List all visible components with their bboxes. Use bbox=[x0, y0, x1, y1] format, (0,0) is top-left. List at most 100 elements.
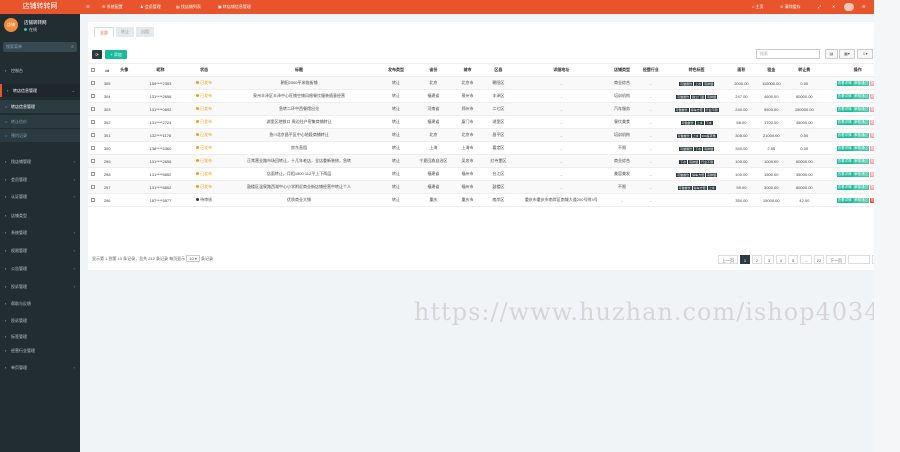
row-checkbox[interactable] bbox=[91, 184, 96, 189]
row-checkbox[interactable] bbox=[91, 93, 96, 98]
search-icon[interactable]: ⌕ bbox=[71, 42, 74, 52]
sidebar-item-1[interactable]: ▪ 转店信息管理 ⌄ bbox=[0, 84, 80, 97]
column-header[interactable]: 详细地址 bbox=[514, 63, 609, 77]
sidebar-item-6[interactable]: ▪ 会员管理 ‹ bbox=[0, 173, 80, 186]
table-row[interactable]: 297 131****6652 已发布 鼓楼区温泉路西湖中心小学附近商业街店铺经营中转… bbox=[88, 180, 894, 194]
sidebar-item-0[interactable]: ▪ 控制台 bbox=[0, 64, 80, 77]
page-button[interactable]: 5 bbox=[788, 255, 798, 264]
topnav-home[interactable]: ⌂ 主页 bbox=[752, 0, 764, 14]
view-detail-button[interactable]: 查看详情 bbox=[836, 172, 853, 177]
sidebar-item-11[interactable]: ▪ 公告管理 ‹ bbox=[0, 262, 80, 275]
approve-button[interactable]: 审核通过 bbox=[853, 198, 870, 203]
add-button[interactable]: + 添加 bbox=[105, 50, 127, 59]
column-header[interactable]: Id bbox=[98, 63, 116, 77]
page-button[interactable]: 1 bbox=[740, 255, 750, 264]
row-checkbox[interactable] bbox=[91, 106, 96, 111]
approve-button[interactable]: 审核通过 bbox=[853, 146, 870, 151]
page-button[interactable]: 4 bbox=[776, 255, 786, 264]
topnav-members[interactable]: ♟ 会员管理 bbox=[140, 0, 161, 14]
sidebar-item-15[interactable]: ▪ 标签管理 bbox=[0, 330, 80, 343]
view-detail-button[interactable]: 查看详情 bbox=[836, 133, 853, 138]
row-checkbox[interactable] bbox=[91, 80, 96, 85]
jump-page-input[interactable] bbox=[848, 255, 870, 264]
export-icon[interactable]: ⇩▾ bbox=[857, 49, 873, 59]
approve-button[interactable]: 审核通过 bbox=[853, 133, 870, 138]
columns-icon[interactable]: ▦▾ bbox=[839, 49, 855, 59]
column-header[interactable]: 区县 bbox=[482, 63, 515, 77]
sidebar-item-16[interactable]: ▪ 经营行业管理 bbox=[0, 344, 80, 357]
page-size-select[interactable]: 10 ▾ bbox=[186, 255, 200, 262]
column-header[interactable]: 租金 bbox=[755, 63, 788, 77]
topnav-clear-cache[interactable]: ⊘ 清除缓存 bbox=[780, 0, 800, 14]
view-detail-button[interactable]: 查看详情 bbox=[836, 107, 853, 112]
approve-button[interactable]: 审核通过 bbox=[853, 94, 870, 99]
expand-icon[interactable]: ✕ bbox=[832, 0, 835, 14]
toggle-view-icon[interactable]: ▤ bbox=[825, 49, 838, 59]
sidebar-item-2[interactable]: ○ 转店信息管理 bbox=[0, 100, 80, 113]
sidebar-item-9[interactable]: ▪ 系统管理 ‹ bbox=[0, 226, 80, 239]
column-header[interactable]: 城市 bbox=[452, 63, 483, 77]
admin-avatar[interactable] bbox=[844, 3, 854, 11]
sidebar-item-7[interactable]: ▪ 认证管理 ‹ bbox=[0, 190, 80, 203]
column-header[interactable]: 头像 bbox=[115, 63, 133, 77]
column-header[interactable]: 发布类型 bbox=[377, 63, 415, 77]
approve-button[interactable]: 审核通过 bbox=[853, 120, 870, 125]
column-header[interactable]: 店铺类型 bbox=[608, 63, 636, 77]
column-header[interactable] bbox=[88, 63, 99, 77]
tab-rent[interactable]: 出租 bbox=[136, 27, 154, 37]
table-row[interactable]: 301 132****1176 已发布 急!!!北京昌平区中心地段商铺转让 转让 北京 北京… bbox=[88, 128, 894, 142]
sidebar-item-14[interactable]: ▪ 投诉管理 bbox=[0, 314, 80, 327]
topnav-system[interactable]: ⚙ 系统配置 bbox=[102, 0, 123, 14]
tab-all[interactable]: 全部 bbox=[94, 27, 114, 37]
row-checkbox[interactable] bbox=[91, 171, 96, 176]
view-detail-button[interactable]: 查看详情 bbox=[836, 120, 853, 125]
view-detail-button[interactable]: 查看详情 bbox=[836, 94, 853, 99]
sidebar-item-8[interactable]: ▪ 店铺类型 bbox=[0, 209, 80, 222]
table-row[interactable]: 296 187****5577 待审核 优质商业大铺 转让 重庆 重庆市 南岸区 重庆市重庆市南… bbox=[88, 193, 894, 207]
approve-button[interactable]: 审核通过 bbox=[853, 107, 870, 112]
table-row[interactable]: 299 131****2656 已发布 正常营业路市场回转让，十几年老店，全店重新装修… bbox=[88, 154, 894, 168]
page-button[interactable]: 下一页 bbox=[826, 255, 846, 264]
view-detail-button[interactable]: 查看详情 bbox=[836, 146, 853, 151]
column-header[interactable]: 标题 bbox=[220, 63, 378, 77]
approve-button[interactable]: 审核通过 bbox=[853, 81, 870, 86]
page-button[interactable]: 上一页 bbox=[718, 255, 738, 264]
view-detail-button[interactable]: 查看详情 bbox=[836, 81, 853, 86]
row-checkbox[interactable] bbox=[91, 132, 96, 137]
topnav-shop-list[interactable]: ▤ 找店铺列表 bbox=[176, 0, 201, 14]
column-header[interactable]: 昵称 bbox=[132, 63, 189, 77]
settings-icon[interactable]: ⚙ bbox=[862, 0, 866, 14]
approve-button[interactable]: 审核通过 bbox=[853, 159, 870, 164]
app-logo[interactable]: 店铺转转网 bbox=[0, 0, 80, 14]
table-row[interactable]: 300 138****5360 已发布 房东直租 转让 上海 上海市 嘉定区 - 不限 - 可做餐饮下… bbox=[88, 141, 894, 155]
sidebar-item-5[interactable]: ▪ 找店铺管理 ‹ bbox=[0, 155, 80, 168]
column-header[interactable]: 状态 bbox=[188, 63, 221, 77]
view-detail-button[interactable]: 查看详情 bbox=[836, 159, 853, 164]
tab-transfer[interactable]: 转让 bbox=[116, 27, 134, 37]
row-checkbox[interactable] bbox=[91, 197, 96, 202]
page-button[interactable]: 3 bbox=[764, 255, 774, 264]
fullscreen-icon[interactable]: ⤢ bbox=[818, 0, 821, 14]
page-button[interactable]: ... bbox=[800, 255, 812, 264]
view-detail-button[interactable]: 查看详情 bbox=[836, 185, 853, 190]
sidebar-item-10[interactable]: ▪ 权限管理 ‹ bbox=[0, 244, 80, 257]
topnav-transfer[interactable]: ▣ 转店铺信息管理 bbox=[218, 0, 251, 14]
sidebar-item-12[interactable]: ▪ 投诉管理 ‹ bbox=[0, 280, 80, 293]
approve-button[interactable]: 审核通过 bbox=[853, 172, 870, 177]
view-detail-button[interactable]: 查看详情 bbox=[836, 198, 853, 203]
menu-search-input[interactable]: 搜索菜单 ⌕ bbox=[3, 42, 77, 52]
sidebar-item-13[interactable]: ▪ 帮助与反馈 bbox=[0, 297, 80, 310]
sidebar-item-4[interactable]: ○ 预约记录 bbox=[0, 129, 80, 142]
column-header[interactable]: 转让费 bbox=[787, 63, 822, 77]
menu-toggle-icon[interactable]: ☰ bbox=[86, 0, 90, 14]
column-header[interactable]: 省份 bbox=[414, 63, 453, 77]
approve-button[interactable]: 审核通过 bbox=[853, 185, 870, 190]
table-row[interactable]: 305 159****2353 已发布 朝阳2000平米临街铺 转让 北京 北京市 朝阳区 - 商… bbox=[88, 76, 894, 90]
row-checkbox[interactable] bbox=[91, 145, 96, 150]
sidebar-item-3[interactable]: ○ 转让估价 bbox=[0, 115, 80, 128]
table-row[interactable]: 302 131****2724 已发布 湖里区地铁口 周边住户密集商铺转让 转让 福建省厦… bbox=[88, 115, 894, 129]
row-checkbox[interactable] bbox=[91, 119, 96, 124]
column-header[interactable]: 经营行业 bbox=[635, 63, 666, 77]
row-checkbox[interactable] bbox=[91, 158, 96, 163]
select-all-checkbox[interactable] bbox=[91, 67, 96, 72]
